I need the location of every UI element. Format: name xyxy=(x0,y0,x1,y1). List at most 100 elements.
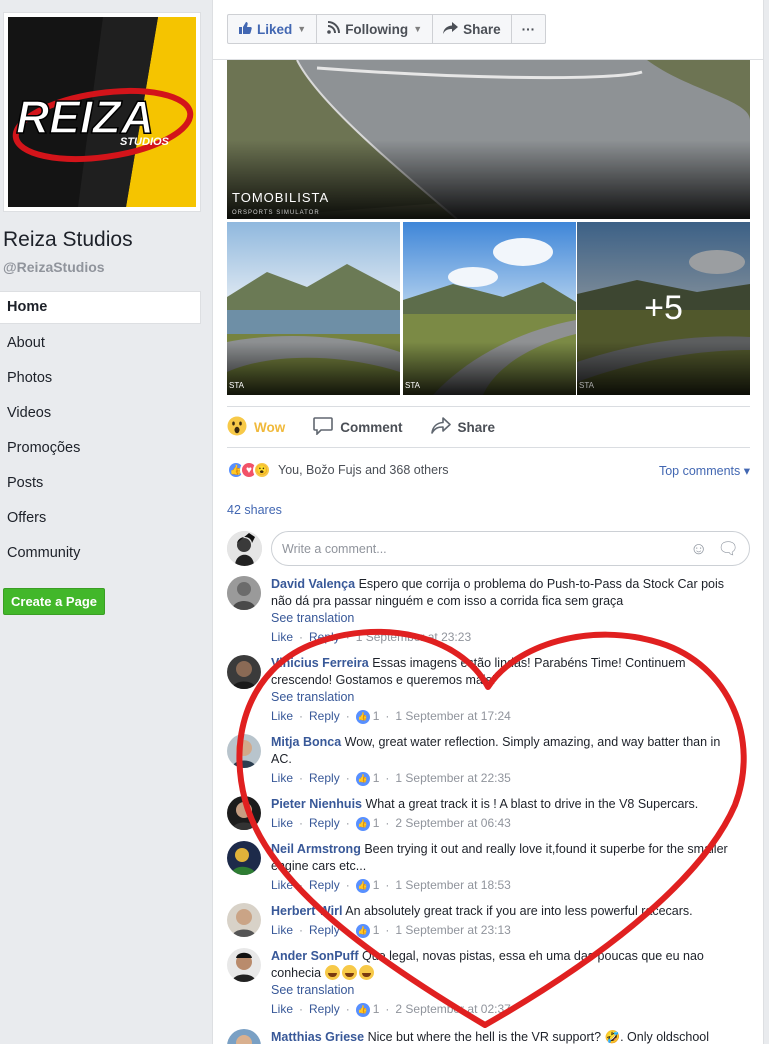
share-post-button[interactable]: Share xyxy=(430,417,495,437)
comment-like-count[interactable]: 👍 1 xyxy=(355,1001,379,1018)
comment-like-link[interactable]: Like xyxy=(271,629,293,646)
comment-item: Matthias Griese Nice but where the hell … xyxy=(227,1029,750,1044)
comment-like-count[interactable]: 👍 1 xyxy=(355,770,379,787)
commenter-avatar[interactable] xyxy=(227,576,261,610)
separator: · xyxy=(345,709,350,723)
user-avatar[interactable] xyxy=(227,531,262,566)
nav-item-offers[interactable]: Offers xyxy=(0,501,201,536)
separator: · xyxy=(385,816,390,830)
comment-author[interactable]: Ander SonPuff xyxy=(271,949,359,963)
comment-like-count[interactable]: 👍 1 xyxy=(355,815,380,832)
thumbs-up-icon: 👍 xyxy=(355,923,370,938)
comment-button[interactable]: Comment xyxy=(313,416,403,438)
comment-composer: Write a comment... ☺ 🗨 xyxy=(227,530,750,567)
commenter-avatar[interactable] xyxy=(227,903,261,937)
comment-reply-link[interactable]: Reply xyxy=(309,770,340,787)
post-thumbnail-1[interactable]: STA xyxy=(227,222,400,395)
page-profile-picture[interactable]: REIZA STUDIOS xyxy=(3,12,201,212)
create-page-button[interactable]: Create a Page xyxy=(3,588,105,615)
nav-item-about[interactable]: About xyxy=(0,326,201,361)
comment-like-link[interactable]: Like xyxy=(271,770,293,787)
wow-emoji-icon xyxy=(227,416,247,439)
comment-author[interactable]: Pieter Nienhuis xyxy=(271,797,362,811)
comment-author[interactable]: Vinicius Ferreira xyxy=(271,656,369,670)
see-translation-link[interactable]: See translation xyxy=(271,982,741,999)
comment-reply-link[interactable]: Reply xyxy=(309,922,340,939)
comment-like-link[interactable]: Like xyxy=(271,708,293,725)
comment-reply-link[interactable]: Reply xyxy=(309,815,340,832)
commenter-avatar[interactable] xyxy=(227,655,261,689)
laughing-emoji-icon xyxy=(324,965,376,980)
comment-like-link[interactable]: Like xyxy=(271,815,293,832)
commenter-avatar[interactable] xyxy=(227,1029,261,1044)
commenter-avatar[interactable] xyxy=(227,796,261,830)
like-count: 1 xyxy=(372,709,380,723)
comment-input[interactable]: Write a comment... ☺ 🗨 xyxy=(271,531,750,566)
comment-timestamp[interactable]: 1 September at 17:24 xyxy=(395,708,510,725)
comment-timestamp[interactable]: 1 September at 22:35 xyxy=(395,770,510,787)
comment-text: Nice but where the hell is the VR suppor… xyxy=(367,1030,710,1044)
nav-item-videos[interactable]: Videos xyxy=(0,396,201,431)
page-handle[interactable]: @ReizaStudios xyxy=(3,259,105,275)
like-count: 1 xyxy=(372,816,380,830)
comment-author[interactable]: Mitja Bonca xyxy=(271,735,341,749)
nav-item-community[interactable]: Community xyxy=(0,536,201,571)
following-button[interactable]: Following ▼ xyxy=(317,14,434,44)
comment-like-count[interactable]: 👍 1 xyxy=(355,877,379,894)
nav-item-home[interactable]: Home xyxy=(0,291,201,324)
see-translation-link[interactable]: See translation xyxy=(271,689,741,706)
reaction-icons: 👍 ♥ 😮 xyxy=(227,461,271,479)
comment-like-link[interactable]: Like xyxy=(271,922,293,939)
nav-item-photos[interactable]: Photos xyxy=(0,361,201,396)
share-arrow-icon xyxy=(443,21,459,37)
separator: · xyxy=(385,923,390,937)
emoji-icon[interactable]: ☺ xyxy=(690,539,707,559)
post-thumbnail-2[interactable]: STA xyxy=(403,222,576,395)
comment-like-link[interactable]: Like xyxy=(271,1001,293,1018)
post-main-image[interactable]: TOMOBILISTA ORSPORTS SIMULATOR xyxy=(227,60,750,219)
comment-reply-link[interactable]: Reply xyxy=(309,1001,340,1018)
comment-author[interactable]: Neil Armstrong xyxy=(271,842,361,856)
page-name[interactable]: Reiza Studios xyxy=(3,228,133,252)
commenter-avatar[interactable] xyxy=(227,841,261,875)
left-column: REIZA STUDIOS Reiza Studios @ReizaStudio… xyxy=(0,0,212,1044)
comment-item: Mitja Bonca Wow, great water reflection.… xyxy=(227,734,750,787)
nav-item-promocoes[interactable]: Promoções xyxy=(0,431,201,466)
see-translation-link[interactable]: See translation xyxy=(271,610,741,627)
separator: · xyxy=(345,630,350,644)
comment-reply-link[interactable]: Reply xyxy=(309,877,340,894)
comment-like-count[interactable]: 👍 1 xyxy=(355,922,379,939)
commenter-avatar[interactable] xyxy=(227,734,261,768)
comment-like-link[interactable]: Like xyxy=(271,877,293,894)
liked-button[interactable]: Liked ▼ xyxy=(227,14,318,44)
more-options-button[interactable]: ··· xyxy=(511,14,547,44)
separator: · xyxy=(299,630,304,644)
more-photos-overlay[interactable]: +5 xyxy=(577,222,750,395)
comment-timestamp[interactable]: 1 September at 23:13 xyxy=(395,922,510,939)
wow-button[interactable]: Wow xyxy=(227,416,285,439)
nav-item-posts[interactable]: Posts xyxy=(0,466,201,501)
comment-author[interactable]: Herbert Wirl xyxy=(271,904,342,918)
reiza-logo: REIZA STUDIOS xyxy=(8,17,196,207)
commenter-avatar[interactable] xyxy=(227,948,261,982)
comment-author[interactable]: David Valença xyxy=(271,577,355,591)
sticker-icon[interactable]: 🗨 xyxy=(717,539,739,559)
comment-timestamp[interactable]: 2 September at 02:37 xyxy=(395,1001,510,1018)
thumbs-up-icon: 👍 xyxy=(355,1002,370,1017)
top-comments-dropdown[interactable]: Top comments ▾ xyxy=(659,463,750,478)
comment-timestamp[interactable]: 1 September at 23:23 xyxy=(356,629,471,646)
separator: · xyxy=(345,816,350,830)
comment-timestamp[interactable]: 1 September at 18:53 xyxy=(395,877,510,894)
separator: · xyxy=(345,1002,350,1016)
share-page-button[interactable]: Share xyxy=(433,14,512,44)
comment-item: Pieter Nienhuis What a great track it is… xyxy=(227,796,750,832)
comment-timestamp[interactable]: 2 September at 06:43 xyxy=(395,815,510,832)
wow-label: Wow xyxy=(254,419,286,435)
comment-author[interactable]: Matthias Griese xyxy=(271,1030,364,1044)
shares-count[interactable]: 42 shares xyxy=(227,503,282,517)
comment-item: Ander SonPuff Que legal, novas pistas, e… xyxy=(227,948,750,1018)
comment-reply-link[interactable]: Reply xyxy=(309,708,340,725)
comment-like-count[interactable]: 👍 1 xyxy=(355,708,380,725)
comment-reply-link[interactable]: Reply xyxy=(309,629,340,646)
reaction-summary-text[interactable]: You, Božo Fujs and 368 others xyxy=(278,463,449,477)
